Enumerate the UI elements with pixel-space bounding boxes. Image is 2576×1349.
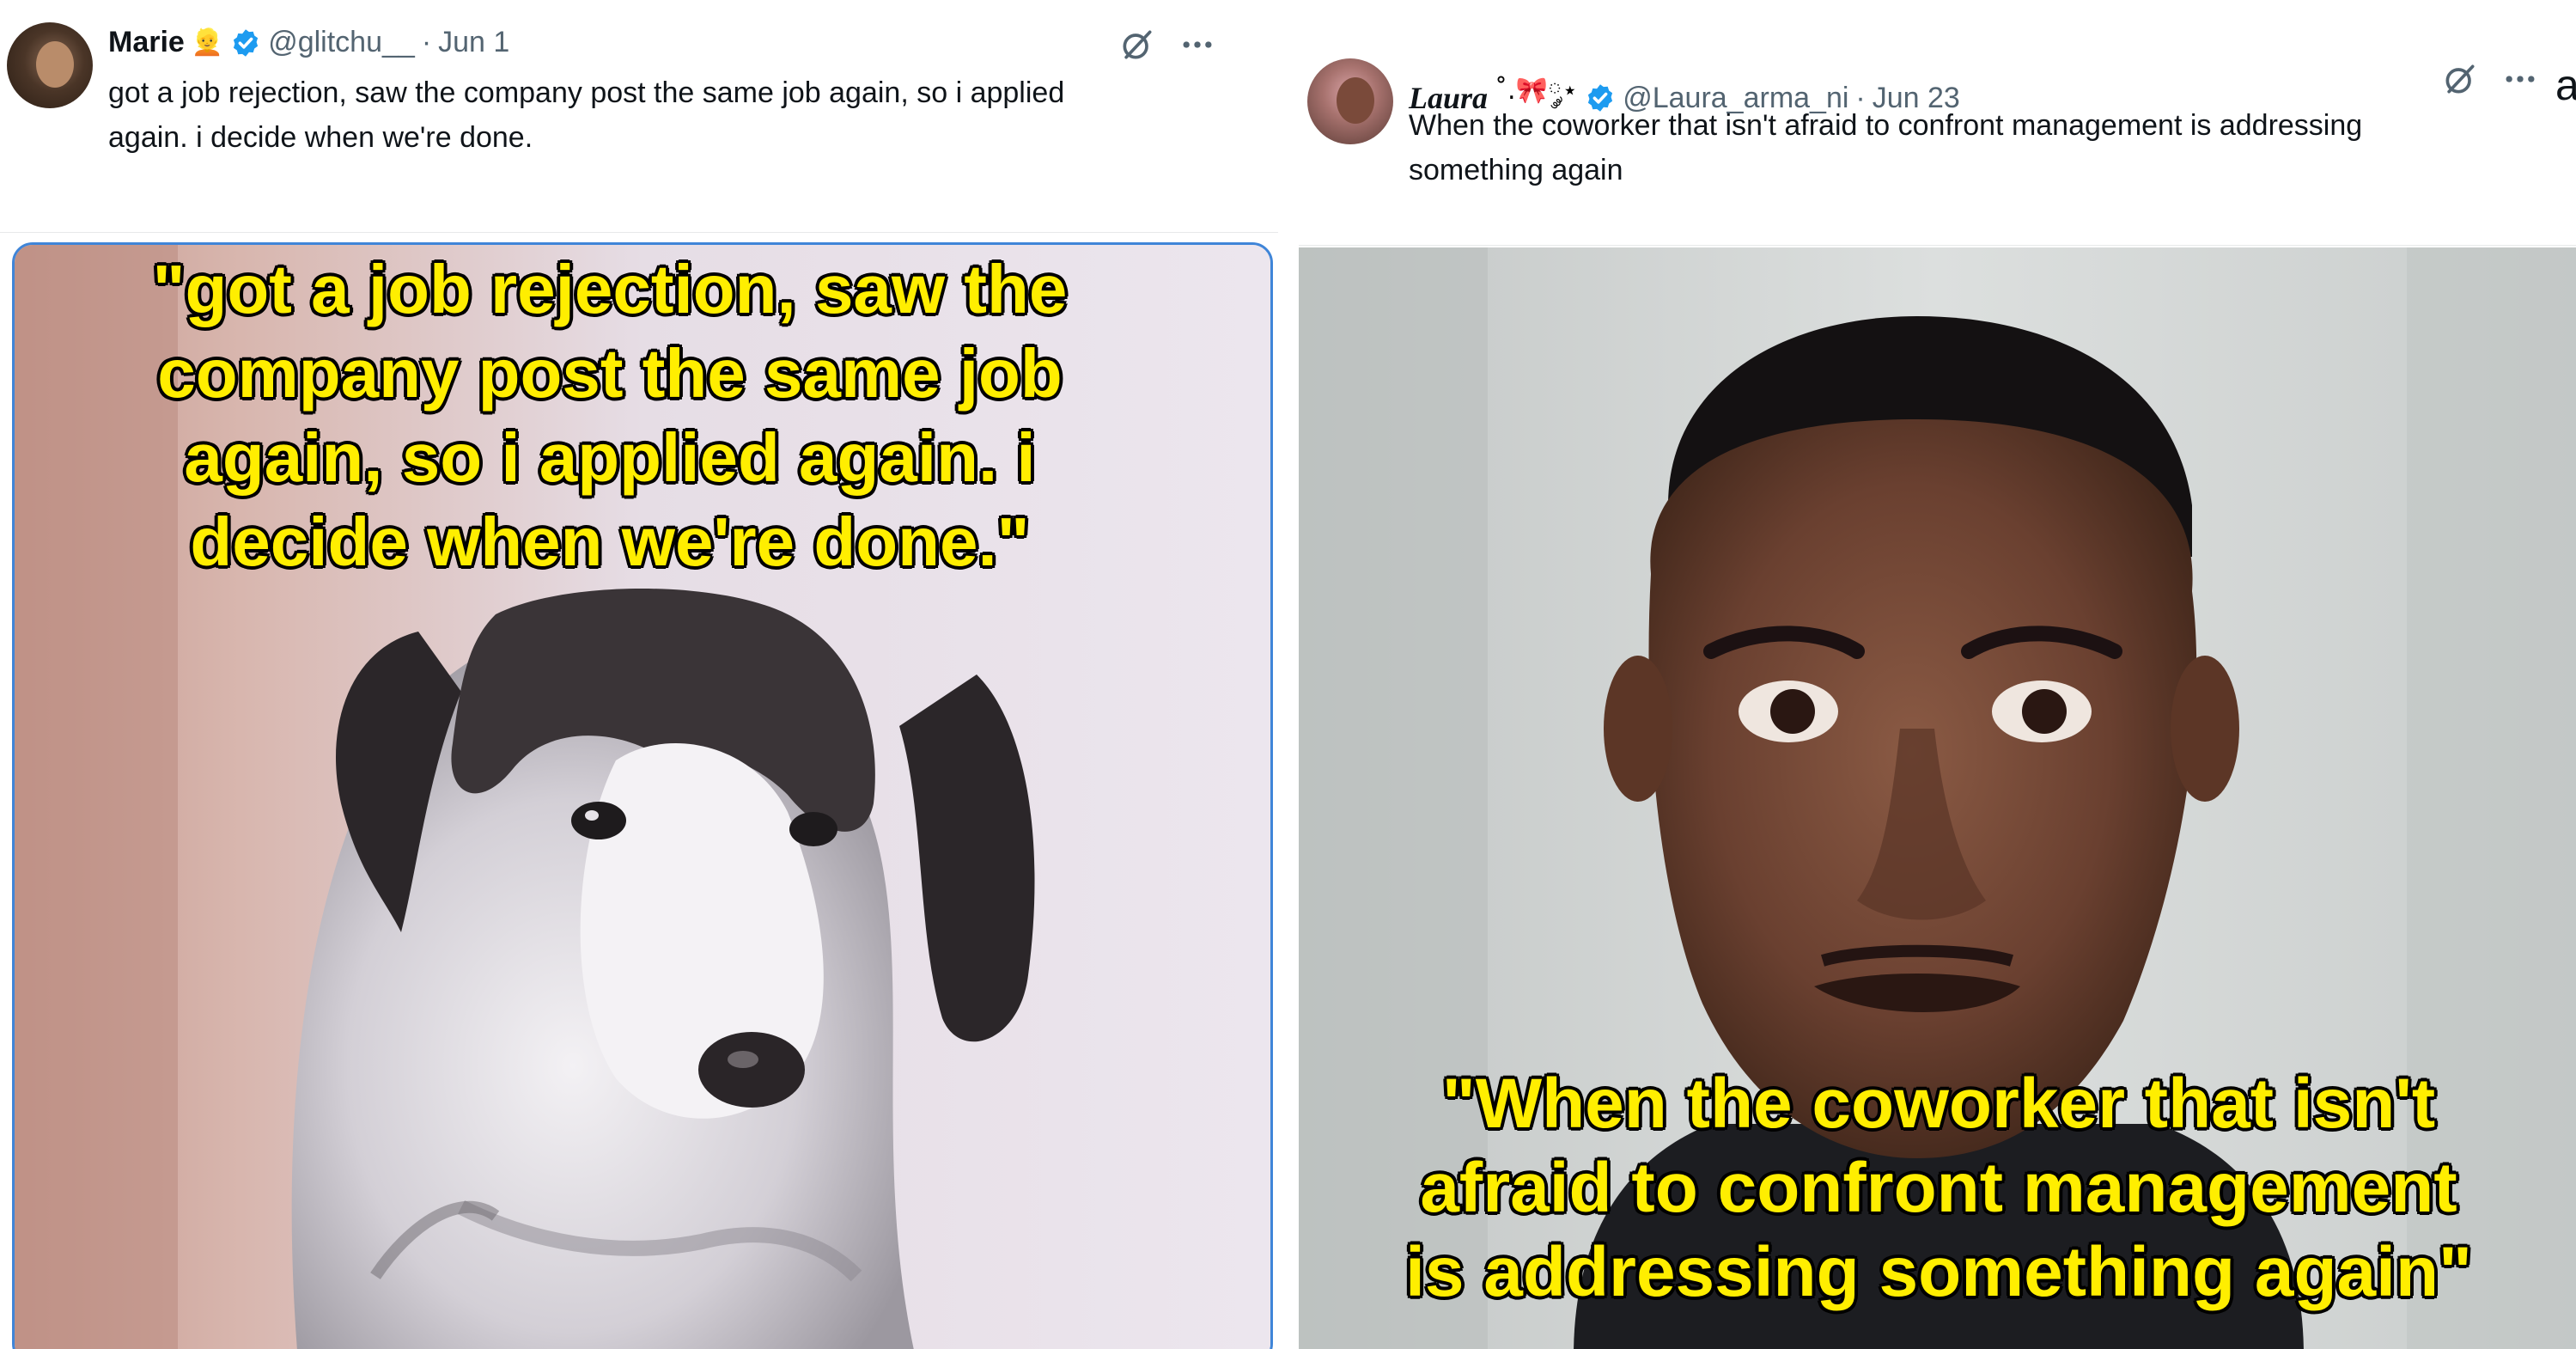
avatar-face bbox=[36, 41, 74, 88]
meme-caption: "got a job rejection, saw the company po… bbox=[151, 250, 1069, 582]
more-icon[interactable] bbox=[1178, 26, 1216, 64]
cropped-letter: a bbox=[2555, 61, 2576, 109]
display-name[interactable]: Marie bbox=[108, 26, 185, 59]
user-line: Marie 👱 @glitchu__ · Jun 1 bbox=[108, 26, 509, 59]
avatar[interactable] bbox=[1307, 58, 1393, 144]
tweet-text: When the coworker that isn't afraid to c… bbox=[1409, 103, 2362, 192]
avatar[interactable] bbox=[7, 22, 93, 108]
avatar-face bbox=[1337, 77, 1374, 124]
tweet-actions bbox=[2441, 60, 2539, 98]
tweet-header: Marie 👱 @glitchu__ · Jun 1 got a job rej… bbox=[0, 0, 1278, 233]
verified-badge-icon bbox=[234, 28, 259, 57]
tweet-text: got a job rejection, saw the company pos… bbox=[108, 70, 1064, 160]
user-handle[interactable]: @glitchu__ bbox=[268, 26, 415, 59]
more-icon[interactable] bbox=[2501, 60, 2539, 98]
panel-divider bbox=[1278, 0, 1299, 1349]
tweet-actions bbox=[1118, 26, 1216, 64]
meme-caption: "When the coworker that isn't afraid to … bbox=[1404, 1064, 2474, 1313]
tweet-text-line2: something again bbox=[1409, 154, 1623, 186]
tweet-text-line2: again. i decide when we're done. bbox=[108, 121, 533, 154]
name-emoji: 👱 bbox=[191, 27, 224, 58]
tweet-header: Laura ˚.🎀༘⋆ @Laura_arma_ni · Jun 23 When… bbox=[1299, 0, 2576, 246]
tweet-text-line1: When the coworker that isn't afraid to c… bbox=[1409, 109, 2363, 142]
separator-dot: · bbox=[421, 26, 432, 58]
grok-icon[interactable] bbox=[1118, 26, 1156, 64]
tweet-panel-right: Laura ˚.🎀༘⋆ @Laura_arma_ni · Jun 23 When… bbox=[1299, 0, 2576, 1349]
tweet-text-line1: got a job rejection, saw the company pos… bbox=[108, 76, 1065, 109]
grok-icon[interactable] bbox=[2441, 60, 2479, 98]
post-date[interactable]: Jun 1 bbox=[438, 26, 509, 59]
tweet-panel-left: Marie 👱 @glitchu__ · Jun 1 got a job rej… bbox=[0, 0, 1278, 1349]
